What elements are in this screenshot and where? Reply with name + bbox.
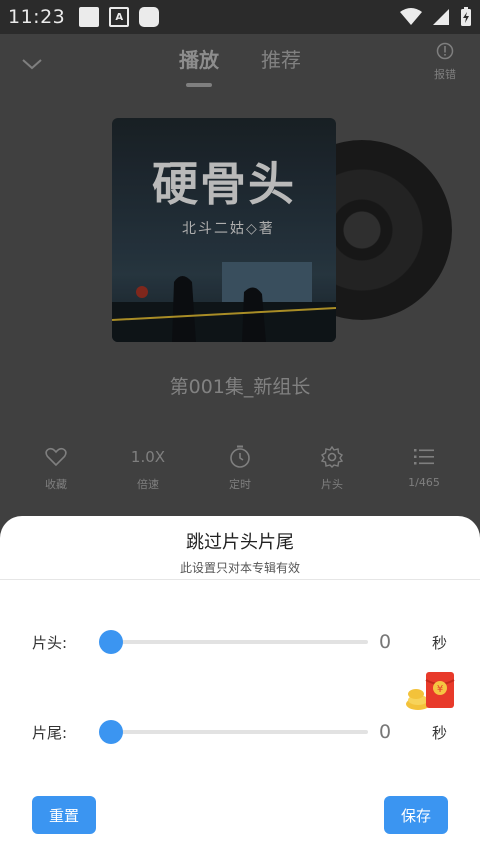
sheet-subtitle: 此设置只对本专辑有效 xyxy=(179,561,300,575)
outro-value: 0 xyxy=(379,721,392,743)
red-envelope-icon[interactable]: ¥ xyxy=(404,668,460,712)
outro-slider-thumb[interactable] xyxy=(99,720,123,744)
outro-unit: 秒 xyxy=(432,723,448,742)
intro-row: 片头: 0 秒 xyxy=(0,622,480,662)
svg-text:¥: ¥ xyxy=(437,684,443,695)
intro-value: 0 xyxy=(379,631,392,653)
intro-slider-thumb[interactable] xyxy=(99,630,123,654)
outro-label: 片尾: xyxy=(32,723,68,742)
outro-row: 片尾: 0 秒 xyxy=(0,712,480,752)
reset-button[interactable]: 重置 xyxy=(32,796,96,834)
outro-slider-track[interactable] xyxy=(111,730,368,734)
intro-slider-track[interactable] xyxy=(111,640,368,644)
intro-unit: 秒 xyxy=(432,633,448,652)
intro-label: 片头: xyxy=(32,633,68,652)
sheet-header: 跳过片头片尾 此设置只对本专辑有效 xyxy=(0,516,480,580)
sheet-title: 跳过片头片尾 xyxy=(186,532,294,553)
save-button[interactable]: 保存 xyxy=(384,796,448,834)
